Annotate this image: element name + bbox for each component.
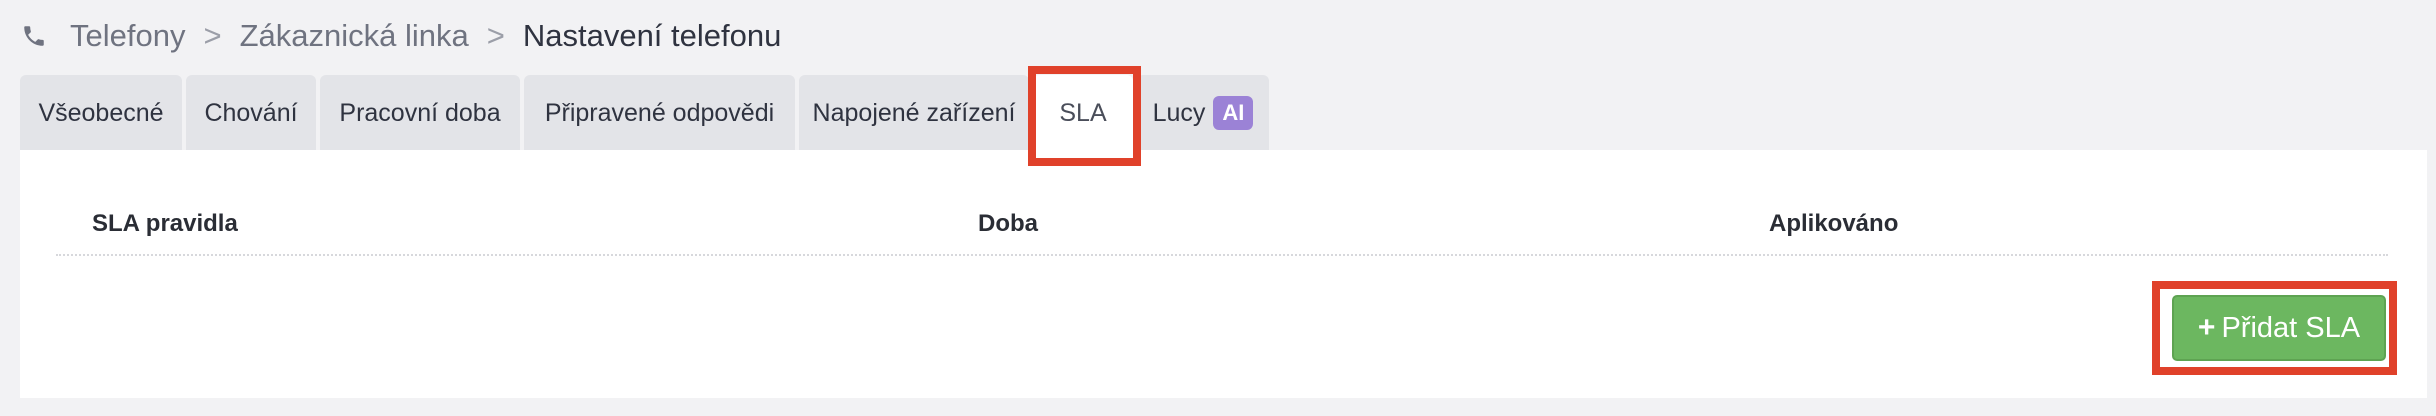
table-header: SLA pravidla Doba Aplikováno: [56, 198, 2388, 256]
breadcrumb-separator: >: [203, 18, 222, 53]
tab-label: Chování: [204, 98, 298, 127]
tab-lucy[interactable]: Lucy AI: [1137, 75, 1269, 151]
tab-sla[interactable]: SLA: [1033, 75, 1133, 151]
column-header-doba: Doba: [978, 210, 1038, 237]
tab-label: SLA: [1059, 98, 1107, 127]
breadcrumb: Telefony > Zákaznická linka > Nastavení …: [20, 14, 781, 58]
sla-panel: SLA pravidla Doba Aplikováno + Přidat SL…: [20, 150, 2427, 398]
add-sla-label: Přidat SLA: [2221, 311, 2361, 344]
tab-label: Lucy: [1152, 98, 1206, 127]
tab-pracovni-doba[interactable]: Pracovní doba: [320, 75, 520, 151]
tab-label: Pracovní doba: [339, 98, 501, 127]
tab-pripravene-odpovedi[interactable]: Připravené odpovědi: [524, 75, 795, 151]
settings-tabs: Všeobecné Chování Pracovní doba Připrave…: [20, 75, 1273, 151]
plus-icon: +: [2197, 311, 2216, 344]
tab-label: Napojené zařízení: [812, 98, 1016, 127]
tab-label: Všeobecné: [38, 98, 164, 127]
tab-label: Připravené odpovědi: [544, 98, 775, 127]
breadcrumb-item-current: Nastavení telefonu: [522, 18, 782, 53]
add-sla-button[interactable]: + Přidat SLA: [2172, 295, 2386, 361]
tab-chovani[interactable]: Chování: [186, 75, 316, 151]
phone-icon: [20, 22, 48, 50]
ai-badge: AI: [1213, 96, 1254, 130]
breadcrumb-item-telefony[interactable]: Telefony: [70, 18, 185, 54]
breadcrumb-item-zakaznicka-linka[interactable]: Zákaznická linka: [240, 18, 469, 54]
column-header-aplikovano: Aplikováno: [1769, 210, 1899, 237]
tab-vseobecne[interactable]: Všeobecné: [20, 75, 182, 151]
column-header-sla-pravidla: SLA pravidla: [92, 210, 238, 237]
breadcrumb-separator: >: [486, 18, 505, 53]
tab-napojene-zarizeni[interactable]: Napojené zařízení: [799, 75, 1029, 151]
